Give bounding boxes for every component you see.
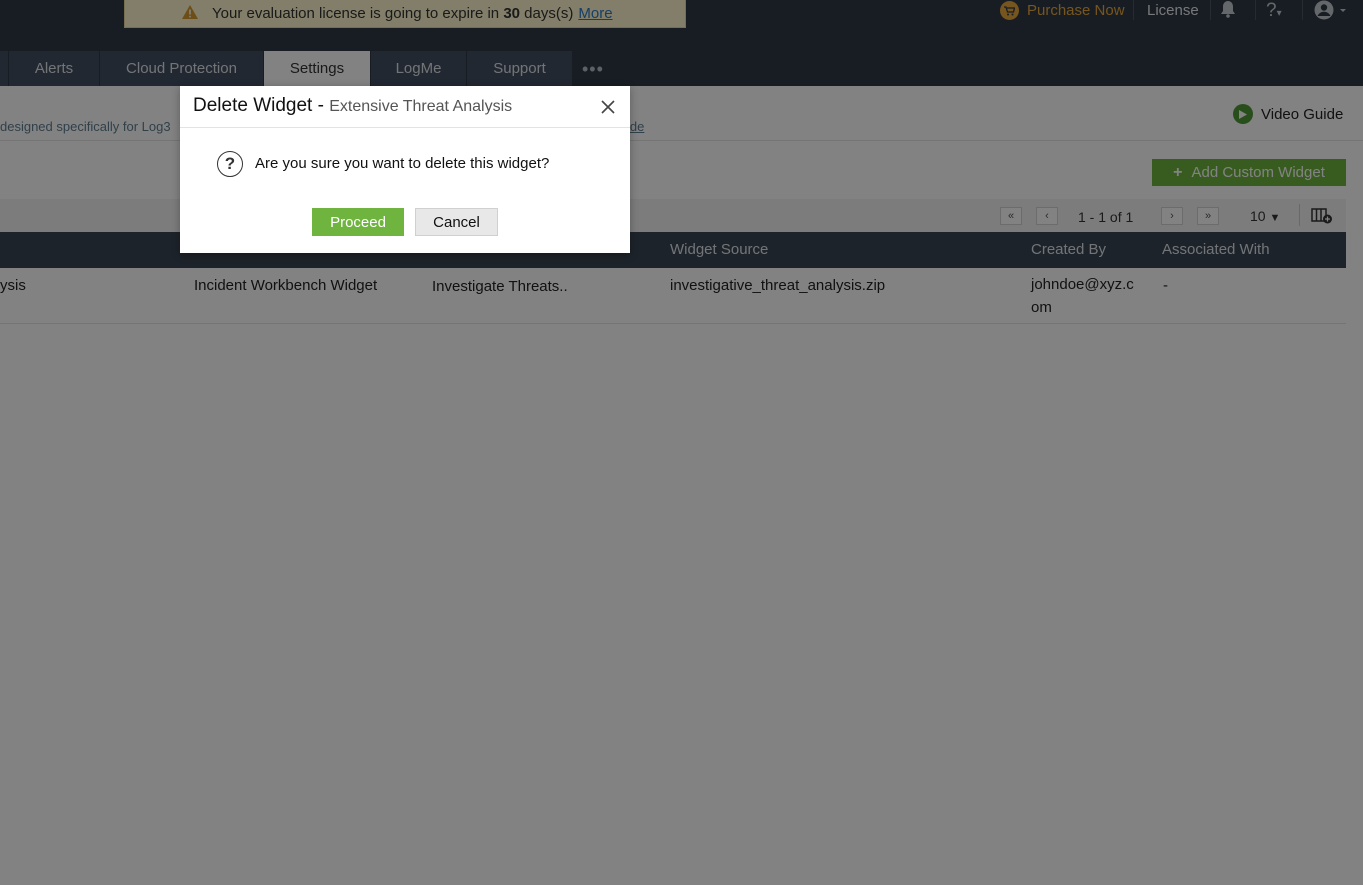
close-icon[interactable] — [600, 99, 616, 115]
delete-widget-dialog: Delete Widget - Extensive Threat Analysi… — [180, 86, 630, 253]
dialog-header: Delete Widget - Extensive Threat Analysi… — [180, 86, 630, 128]
dialog-question: Are you sure you want to delete this wid… — [255, 155, 550, 172]
question-icon: ? — [217, 151, 243, 177]
dialog-title-text: Delete Widget - — [193, 95, 330, 116]
dialog-subtitle: Extensive Threat Analysis — [329, 98, 513, 115]
dialog-title: Delete Widget - Extensive Threat Analysi… — [193, 95, 512, 117]
proceed-button[interactable]: Proceed — [312, 208, 404, 236]
cancel-button[interactable]: Cancel — [415, 208, 498, 236]
